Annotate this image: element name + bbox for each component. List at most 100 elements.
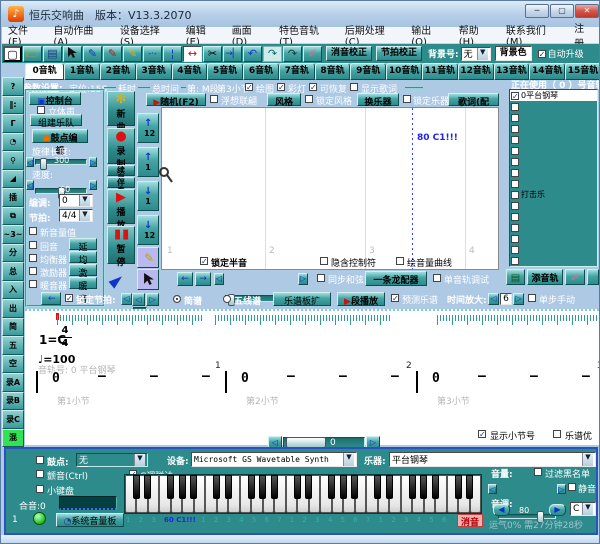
score-page-left[interactable]: ◁ [132,293,145,306]
strip-item-10[interactable]: 总 [2,262,24,281]
instrument-row-8[interactable] [510,178,597,189]
strip-item-18[interactable]: 录C [2,410,24,429]
pitch-up-1-button[interactable]: ↑1 [137,147,159,177]
time-zoom-plus[interactable]: ▷ [513,293,524,305]
black-key-15[interactable] [305,475,312,499]
eq-button[interactable]: 均衡 [69,251,97,263]
black-key-17[interactable] [328,475,335,499]
track-tab-8[interactable]: 8音轨 [315,63,351,80]
instrument-checkbox-8[interactable] [511,180,519,188]
strip-item-16[interactable]: 录A [2,373,24,392]
track-tab-6[interactable]: 6音轨 [243,63,279,80]
instrument-checkbox-13[interactable] [511,235,519,243]
play-button[interactable]: ▶播放 [107,189,135,224]
single-track-debug-checkbox[interactable] [433,274,441,282]
instrument-checkbox-15[interactable] [511,257,519,265]
black-key-25[interactable] [420,475,427,499]
drum-select[interactable]: 无▼ [76,453,148,467]
pitch-down-1-button[interactable]: ↓1 [137,181,159,211]
record-button[interactable]: ●录制 [107,128,135,164]
pencil-tool-button[interactable]: ✎ [137,247,159,268]
instrument-row-10[interactable] [510,200,597,211]
instrument-checkbox-10[interactable] [511,202,519,210]
open-button[interactable]: 🗁 [23,46,42,62]
instrument-row-12[interactable] [510,222,597,233]
black-key-18[interactable] [340,475,347,499]
bg-color-button[interactable]: 背景色 [495,46,532,61]
instrument-checkbox-12[interactable] [511,224,519,232]
strip-item-3[interactable]: ◔ [2,133,24,152]
time-zoom-minus[interactable]: ◁ [488,293,499,305]
instrument-row-9[interactable]: 打击乐 [510,189,597,200]
change-instrument-button[interactable]: 换乐器 [357,93,399,106]
echo-checkbox[interactable] [29,241,37,249]
recover-checkbox[interactable] [309,83,317,91]
pen-red-tool[interactable]: ✎ [103,46,122,62]
strip-item-9[interactable]: 分 [2,244,24,263]
instrument-checkbox-6[interactable] [511,158,519,166]
instrument-checkbox-5[interactable] [511,147,519,155]
instrument-row-11[interactable] [510,211,597,222]
select-tool-button[interactable] [63,46,82,62]
instrument-row-14[interactable] [510,244,597,255]
instrument-checkbox-7[interactable] [511,169,519,177]
pointer-arrow-icon[interactable]: ► [104,261,138,295]
more-track-button[interactable] [587,269,599,285]
cursor-tool-button[interactable] [137,269,159,290]
instrument-checkbox-3[interactable] [511,125,519,133]
brush-tool[interactable]: ✐ [303,46,322,62]
draw-checkbox[interactable] [245,83,253,91]
strip-item-6[interactable]: 插 [2,188,24,207]
track-tab-7[interactable]: 7音轨 [279,63,315,80]
score-expand-button[interactable]: 乐谱板扩展↓ [273,292,331,306]
pen-blue-tool[interactable]: ✎ [83,46,102,62]
piano-roll-canvas[interactable]: 80 C1!!! 1 2 3 4 锁定半音 隐含控制符 绘音量曲线 [161,107,499,270]
strip-item-5[interactable]: ◢ [2,170,24,189]
scroll-left-button[interactable]: ← [177,272,193,286]
predict-score-checkbox[interactable] [391,294,399,302]
fancy-checkbox[interactable] [210,95,218,103]
lock-instrument-checkbox[interactable] [403,95,411,103]
mute-checkbox[interactable] [568,483,576,491]
beat-fix-button[interactable]: 节拍校正 [376,46,422,61]
black-key-24[interactable] [409,475,416,499]
score-page-right[interactable]: ▷ [146,293,159,306]
staff-radio[interactable] [223,295,231,303]
accompany-button[interactable]: 伴奏 [107,177,135,188]
melody-left-arrow[interactable]: ◁ [26,157,34,167]
jianpu-radio[interactable] [173,295,181,303]
drum-checkbox[interactable] [36,456,44,464]
instrument-row-4[interactable] [510,134,597,145]
volume-left-arrow[interactable]: ◁ [488,484,497,494]
instrument-row-6[interactable] [510,156,597,167]
strip-item-19[interactable]: 混 [2,429,24,448]
device-select[interactable]: Microsoft GS Wavetable Synth▼ [191,452,357,467]
black-key-3[interactable] [167,475,174,499]
one-stop-orchestration-button[interactable]: 一条龙配器 [365,271,427,286]
new-song-button[interactable]: ✻新曲 [107,91,135,126]
instrument-row-0[interactable]: 0平台钢琴 [510,90,597,101]
lights-checkbox[interactable] [277,83,285,91]
speed-left-arrow[interactable]: ◁ [26,180,34,190]
new-file-button[interactable]: ▢ [3,46,22,62]
instrument-row-2[interactable] [510,112,597,123]
black-key-10[interactable] [248,475,255,499]
instrument-row-1[interactable] [510,101,597,112]
back-arrow-button[interactable]: ← [41,292,61,305]
pitch-minus-button[interactable]: ◀ [493,504,510,516]
stretch-tool[interactable]: ↔ [183,46,202,62]
instrument-checkbox-1[interactable] [511,103,519,111]
brush-track-button[interactable]: ✐ [565,269,585,285]
show-lyrics-checkbox[interactable] [350,83,358,91]
black-key-0[interactable] [133,475,140,499]
console-button[interactable]: ▣控制台 [29,92,81,105]
instrument-row-7[interactable] [510,167,597,178]
key-select[interactable]: 0▼ [59,194,93,207]
save-button[interactable]: ▤ [43,46,62,62]
black-key-14[interactable] [294,475,301,499]
curve-tool[interactable]: -·- [143,46,162,62]
pitch-up-12-button[interactable]: ↑12 [137,113,159,143]
pitch-down-12-button[interactable]: ↓12 [137,215,159,245]
chevron-down-icon[interactable]: ▼ [582,503,593,515]
strip-item-11[interactable]: 入 [2,281,24,300]
